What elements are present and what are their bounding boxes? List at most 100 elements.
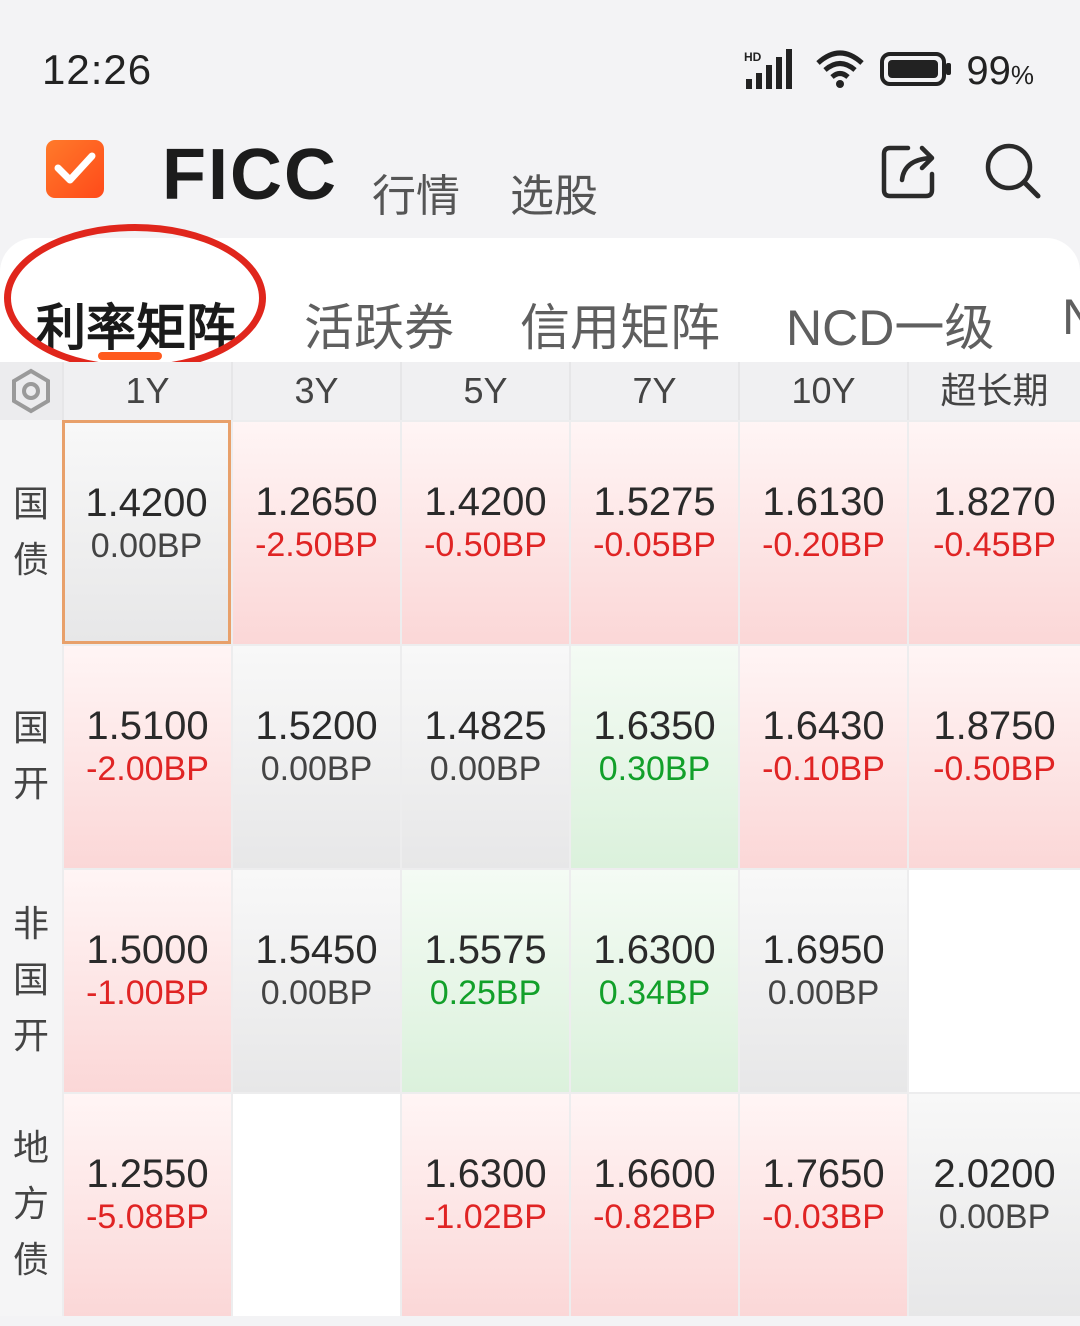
cell-cdb-10y[interactable]: 1.6430 -0.10BP [738,644,907,868]
row-label-non-cdb-policy: 非国开 [0,868,62,1092]
tab-more[interactable]: N [1062,288,1080,346]
status-time: 12:26 [42,46,153,93]
yield-value: 1.8750 [933,704,1056,748]
cell-non-cdb-policy-7y[interactable]: 1.6300 0.34BP [569,868,738,1092]
yield-change: -0.10BP [762,750,885,788]
wifi-icon [814,49,866,94]
share-icon[interactable] [878,140,940,207]
cell-local-gov-5y[interactable]: 1.6300 -1.02BP [400,1092,569,1316]
cell-treasury-7y[interactable]: 1.5275 -0.05BP [569,420,738,644]
yield-change: 0.00BP [429,750,542,788]
yield-value: 1.6350 [593,704,716,748]
yield-value: 1.5100 [86,704,209,748]
cell-non-cdb-policy-3y[interactable]: 1.5450 0.00BP [231,868,400,1092]
row-label-char: 开 [12,1015,49,1056]
yield-change: -5.08BP [86,1198,209,1236]
cell-treasury-ultra-long[interactable]: 1.8270 -0.45BP [907,420,1080,644]
column-header-7y[interactable]: 7Y [569,362,738,420]
tab-active-bonds[interactable]: 活跃券 [304,288,454,360]
cell-treasury-5y[interactable]: 1.4200 -0.50BP [400,420,569,644]
row-label-char: 方 [12,1183,49,1224]
yield-change: 0.34BP [598,974,711,1012]
column-header-ultra-long[interactable]: 超长期 [907,362,1080,420]
yield-value: 1.5575 [424,928,547,972]
row-label-char: 非 [12,903,49,944]
signal-icon: HD [744,48,800,94]
row-label-char: 国 [12,483,49,524]
yield-value: 1.4200 [424,480,547,524]
yield-value: 1.2550 [86,1152,209,1196]
yield-value: 1.6300 [424,1152,547,1196]
network-type-label: HD [744,50,762,64]
yield-change: -0.05BP [593,526,716,564]
app-header: FICC 行情 选股 [0,120,1080,240]
cell-cdb-1y[interactable]: 1.5100 -2.00BP [62,644,231,868]
app-logo-icon [46,140,104,198]
cell-treasury-1y[interactable]: 1.4200 0.00BP [62,420,231,644]
cell-non-cdb-policy-ultra-long[interactable] [907,868,1080,1092]
row-label-char: 国 [12,707,49,748]
row-label-treasury: 国债 [0,420,62,644]
cell-non-cdb-policy-1y[interactable]: 1.5000 -1.00BP [62,868,231,1092]
yield-change: -2.00BP [86,750,209,788]
cell-local-gov-10y[interactable]: 1.7650 -0.03BP [738,1092,907,1316]
row-label-char: 债 [12,1239,49,1280]
yield-value: 1.6600 [593,1152,716,1196]
battery-icon [880,51,952,92]
page-title: FICC [162,135,338,215]
tab-ncd-primary[interactable]: NCD一级 [786,288,994,360]
cell-local-gov-7y[interactable]: 1.6600 -0.82BP [569,1092,738,1316]
annotation-circle [4,224,266,372]
yield-change: 0.00BP [767,974,880,1012]
yield-change: -0.50BP [424,526,547,564]
yield-change: -0.50BP [933,750,1056,788]
yield-change: -0.03BP [762,1198,885,1236]
yield-value: 1.2650 [255,480,378,524]
row-label-char: 开 [12,763,49,804]
column-header-5y[interactable]: 5Y [400,362,569,420]
tab-stock-picker[interactable]: 选股 [510,160,598,224]
row-label-char: 国 [12,959,49,1000]
yield-value: 1.4825 [424,704,547,748]
yield-change: 0.00BP [90,527,203,565]
yield-value: 1.6430 [762,704,885,748]
yield-value: 1.5200 [255,704,378,748]
row-label-cdb: 国开 [0,644,62,868]
yield-value: 1.5275 [593,480,716,524]
row-label-local-gov: 地方债 [0,1092,62,1316]
yield-change: -1.02BP [424,1198,547,1236]
yield-value: 1.6300 [593,928,716,972]
column-header-10y[interactable]: 10Y [738,362,907,420]
yield-change: -0.20BP [762,526,885,564]
yield-change: 0.00BP [260,750,373,788]
cell-non-cdb-policy-10y[interactable]: 1.6950 0.00BP [738,868,907,1092]
cell-non-cdb-policy-5y[interactable]: 1.5575 0.25BP [400,868,569,1092]
cell-local-gov-3y[interactable] [231,1092,400,1316]
yield-value: 1.5000 [86,928,209,972]
yield-value: 1.6950 [762,928,885,972]
yield-value: 1.8270 [933,480,1056,524]
yield-value: 2.0200 [933,1152,1056,1196]
cell-treasury-10y[interactable]: 1.6130 -0.20BP [738,420,907,644]
cell-local-gov-ultra-long[interactable]: 2.0200 0.00BP [907,1092,1080,1316]
matrix-column-header: 1Y 3Y 5Y 7Y 10Y 超长期 [0,362,1080,420]
cell-cdb-ultra-long[interactable]: 1.8750 -0.50BP [907,644,1080,868]
settings-cell[interactable] [0,362,62,420]
yield-change: 0.25BP [429,974,542,1012]
status-icons: HD 99% [744,46,1034,96]
yield-change: -2.50BP [255,526,378,564]
column-header-3y[interactable]: 3Y [231,362,400,420]
row-label-char: 地 [12,1127,49,1168]
yield-value: 1.6130 [762,480,885,524]
yield-change: 0.00BP [938,1198,1051,1236]
cell-local-gov-1y[interactable]: 1.2550 -5.08BP [62,1092,231,1316]
column-header-1y[interactable]: 1Y [62,362,231,420]
tab-market[interactable]: 行情 [372,160,460,224]
tab-credit-matrix[interactable]: 信用矩阵 [520,288,720,360]
cell-treasury-3y[interactable]: 1.2650 -2.50BP [231,420,400,644]
cell-cdb-5y[interactable]: 1.4825 0.00BP [400,644,569,868]
cell-cdb-7y[interactable]: 1.6350 0.30BP [569,644,738,868]
cell-cdb-3y[interactable]: 1.5200 0.00BP [231,644,400,868]
yield-change: 0.30BP [598,750,711,788]
search-icon[interactable] [982,140,1044,207]
